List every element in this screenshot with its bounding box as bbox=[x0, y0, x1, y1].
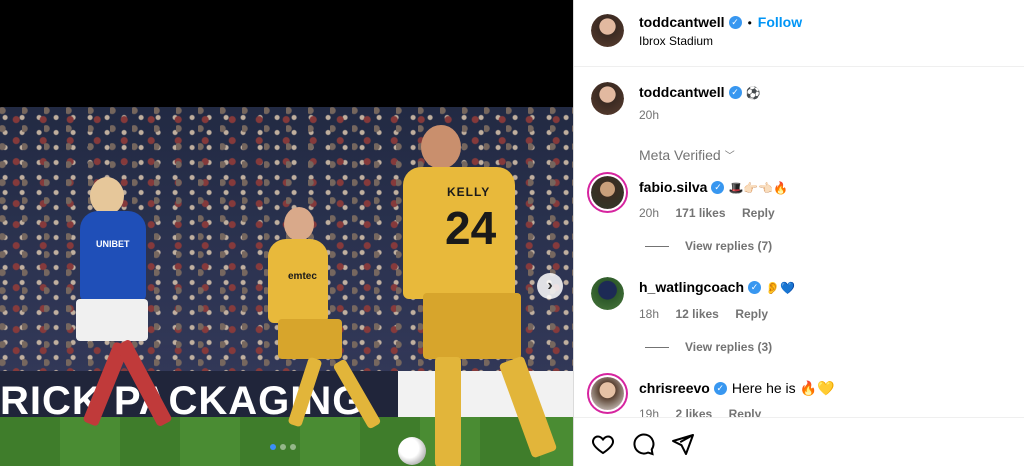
player-number-text: 24 bbox=[445, 202, 497, 254]
shirt-sponsor-blue: UNIBET bbox=[96, 239, 130, 249]
author-avatar[interactable] bbox=[591, 14, 624, 47]
chevron-right-icon[interactable]: › bbox=[537, 273, 563, 299]
comment-likes[interactable]: 12 likes bbox=[675, 307, 718, 321]
comment-likes[interactable]: 171 likes bbox=[675, 206, 725, 220]
player-name-text: KELLY bbox=[447, 185, 491, 199]
caption-time[interactable]: 20h bbox=[639, 108, 659, 122]
comment-username[interactable]: fabio.silva bbox=[639, 179, 707, 195]
verified-badge-icon: ✓ bbox=[728, 86, 742, 100]
replies-line bbox=[645, 346, 669, 348]
carousel-dot-active bbox=[270, 444, 276, 450]
post-header: toddcantwell ✓ • Follow Ibrox Stadium bbox=[574, 0, 1024, 67]
football bbox=[398, 437, 426, 465]
comment-username[interactable]: h_watlingcoach bbox=[639, 279, 744, 295]
comment-text: 👂💙 bbox=[765, 281, 795, 295]
shirt-sponsor-yellow: emtec bbox=[288, 271, 317, 282]
player-yellow-mid: emtec bbox=[258, 207, 398, 447]
comment-username[interactable]: chrisreevo bbox=[639, 380, 710, 396]
comment-avatar[interactable] bbox=[591, 277, 624, 310]
post-photo: RICK PACKAGING UNIBET emtec KELLY 24 bbox=[0, 107, 573, 466]
reply-button[interactable]: Reply bbox=[742, 206, 775, 220]
comment-avatar[interactable] bbox=[591, 176, 624, 209]
post-media: RICK PACKAGING UNIBET emtec KELLY 24 › bbox=[0, 0, 573, 466]
post-actions-bar bbox=[574, 417, 1024, 466]
author-username[interactable]: toddcantwell bbox=[639, 14, 725, 30]
view-replies-button[interactable]: View replies (3) bbox=[645, 340, 772, 354]
carousel-dot bbox=[280, 444, 286, 450]
post-location[interactable]: Ibrox Stadium bbox=[639, 34, 713, 48]
view-replies-label: View replies (3) bbox=[685, 340, 773, 354]
reply-button[interactable]: Reply bbox=[735, 307, 768, 321]
post-sidebar: toddcantwell ✓ • Follow Ibrox Stadium toddc… bbox=[574, 0, 1024, 466]
caption-username[interactable]: toddcantwell bbox=[639, 84, 725, 100]
carousel-dots bbox=[270, 444, 296, 450]
caption-text: ⚽ bbox=[745, 86, 761, 100]
comment-icon[interactable] bbox=[631, 432, 655, 456]
meta-verified-toggle[interactable]: Meta Verified ﹀ bbox=[639, 147, 735, 163]
verified-badge-icon: ✓ bbox=[711, 181, 725, 195]
meta-verified-label: Meta Verified bbox=[639, 147, 721, 163]
separator-dot: • bbox=[747, 16, 752, 30]
comment-time[interactable]: 18h bbox=[639, 307, 659, 321]
comment-avatar[interactable] bbox=[591, 377, 624, 410]
view-replies-button[interactable]: View replies (7) bbox=[645, 239, 772, 253]
chevron-down-icon: ﹀ bbox=[724, 151, 735, 162]
comment-text: Here he is 🔥💛 bbox=[731, 380, 835, 396]
verified-badge-icon: ✓ bbox=[748, 281, 762, 295]
carousel-dot bbox=[290, 444, 296, 450]
replies-line bbox=[645, 245, 669, 247]
heart-icon[interactable] bbox=[591, 432, 615, 456]
verified-badge-icon: ✓ bbox=[728, 16, 742, 30]
follow-button[interactable]: Follow bbox=[758, 14, 802, 30]
caption-author-avatar[interactable] bbox=[591, 82, 624, 115]
send-icon[interactable] bbox=[671, 432, 695, 456]
view-replies-label: View replies (7) bbox=[685, 239, 773, 253]
verified-badge-icon: ✓ bbox=[713, 382, 727, 396]
comment-time[interactable]: 20h bbox=[639, 206, 659, 220]
player-blue: UNIBET bbox=[60, 177, 190, 457]
comment-text: 🎩👉🏻👈🏻🔥 bbox=[728, 181, 789, 195]
